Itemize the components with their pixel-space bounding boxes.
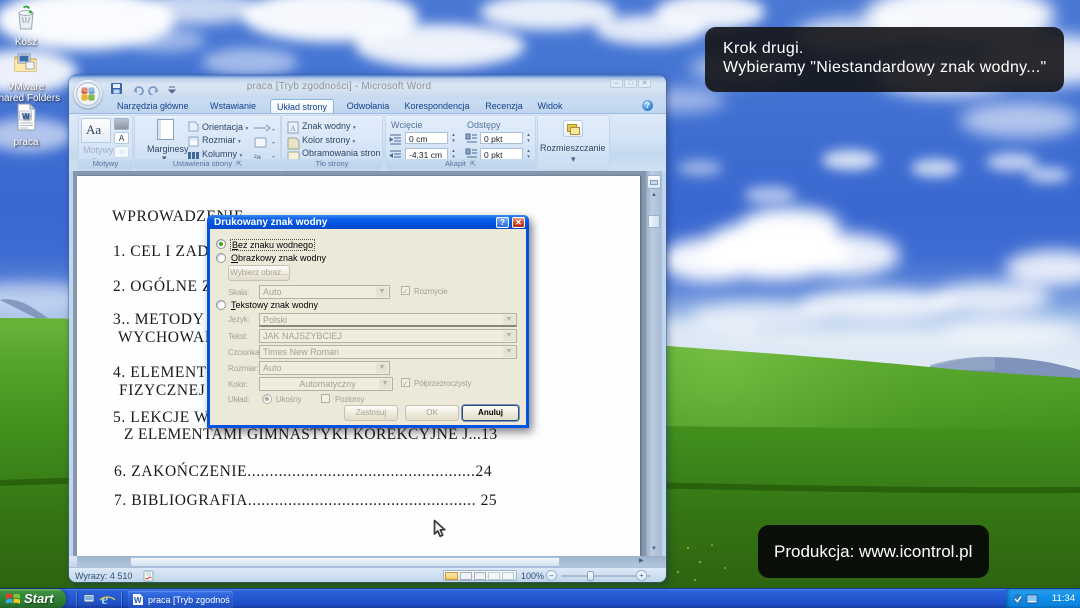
svg-text:A: A [290,124,296,133]
svg-text:W: W [134,596,142,605]
svg-text:e: e [102,592,109,607]
svg-text:W: W [22,112,30,121]
